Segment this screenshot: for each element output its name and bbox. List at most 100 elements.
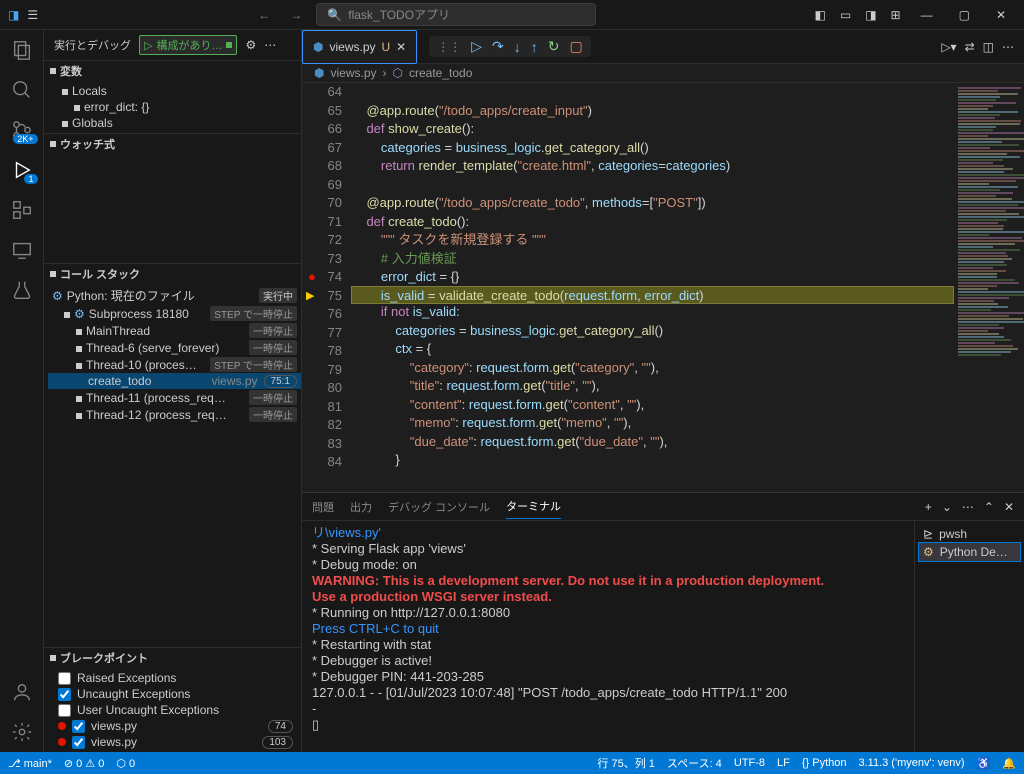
tab-debug-console[interactable]: デバッグ コンソール — [388, 495, 490, 519]
sidebar-title: 実行とデバッグ — [54, 37, 131, 53]
menu-icon[interactable]: ☰ — [27, 8, 38, 22]
terminal-close-icon[interactable]: ✕ — [1004, 500, 1014, 514]
breakpoints-header[interactable]: ブレークポイント — [44, 648, 301, 668]
terminal-python[interactable]: ⚙Python De… — [919, 543, 1020, 561]
callstack-item[interactable]: MainThread一時停止 — [48, 322, 301, 339]
terminal-more-icon[interactable]: ⋯ — [962, 500, 974, 514]
bp-uncaught-exceptions[interactable]: Uncaught Exceptions — [50, 686, 301, 702]
terminal-panel: 問題 出力 デバッグ コンソール ターミナル + ⌄ ⋯ ⌃ ✕ リ\views… — [302, 492, 1024, 752]
callstack-item[interactable]: ⚙Subprocess 18180STEP で一時停止 — [48, 305, 301, 322]
variables-header[interactable]: 変数 — [44, 61, 301, 81]
tab-output[interactable]: 出力 — [350, 495, 372, 519]
step-out-button[interactable]: ↑ — [531, 39, 538, 55]
search-text: flask_TODOアプリ — [348, 6, 450, 23]
search-activity-icon[interactable] — [10, 78, 34, 102]
activity-bar: 2K+ 1 — [0, 30, 44, 752]
bp-file-1[interactable]: views.py103 — [50, 734, 301, 750]
status-item[interactable]: 3.11.3 ('myenv': venv) — [858, 757, 964, 769]
callstack-item[interactable]: ⚙Python: 現在のファイル実行中 — [48, 286, 301, 305]
breakpoints-panel: ブレークポイント Raised Exceptions Uncaught Exce… — [44, 647, 301, 752]
titlebar: ◨ ☰ ← → 🔍 flask_TODOアプリ ◧ ▭ ◨ ⊞ — ▢ ✕ — [0, 0, 1024, 30]
layout-sidebar-left-icon[interactable]: ◧ — [811, 6, 830, 24]
nav-back-icon[interactable]: ← — [252, 8, 276, 22]
command-center[interactable]: 🔍 flask_TODOアプリ — [316, 3, 596, 26]
debug-more-icon[interactable]: ⋯ — [264, 38, 276, 52]
bp-user-uncaught-exceptions[interactable]: User Uncaught Exceptions — [50, 702, 301, 718]
callstack-item[interactable]: Thread-12 (process_req…一時停止 — [48, 406, 301, 423]
continue-button[interactable]: ▷ — [471, 38, 482, 55]
status-item[interactable]: 行 75、列 1 — [597, 755, 654, 771]
remote-icon[interactable] — [10, 238, 34, 262]
accounts-icon[interactable] — [10, 680, 34, 704]
editor-tab[interactable]: ⬢ views.py U ✕ — [302, 30, 417, 64]
more-actions-icon[interactable]: ⋯ — [1002, 40, 1014, 54]
variable-error-dict[interactable]: error_dict: {} — [58, 99, 301, 115]
statusbar: ⎇ main* ⊘ 0 ⚠ 0 ⬡ 0 行 75、列 1 スペース: 4 UTF-8 LF… — [0, 752, 1024, 774]
step-into-button[interactable]: ↓ — [514, 39, 521, 55]
minimize-button[interactable]: — — [911, 4, 943, 26]
tab-problems[interactable]: 問題 — [312, 495, 334, 519]
layout-custom-icon[interactable]: ⊞ — [887, 6, 905, 24]
callstack-item[interactable]: create_todoviews.py75:1 — [48, 373, 301, 389]
status-item[interactable]: 🔔 — [1002, 757, 1016, 770]
debug-settings-icon[interactable]: ⚙ — [245, 38, 256, 52]
callstack-item[interactable]: Thread-11 (process_req…一時停止 — [48, 389, 301, 406]
source-control-icon[interactable]: 2K+ — [10, 118, 34, 142]
terminal-output[interactable]: リ\views.py' * Serving Flask app 'views' … — [302, 521, 914, 752]
watch-header[interactable]: ウォッチ式 — [44, 134, 301, 154]
tab-close-icon[interactable]: ✕ — [396, 40, 406, 54]
variables-panel: 変数 Locals error_dict: {} Globals — [44, 60, 301, 133]
compare-icon[interactable]: ⇄ — [965, 40, 975, 54]
status-item[interactable]: ⊘ 0 ⚠ 0 — [64, 757, 104, 770]
callstack-header[interactable]: コール スタック — [44, 264, 301, 284]
terminal-list: ⊵pwsh ⚙Python De… — [914, 521, 1024, 752]
close-button[interactable]: ✕ — [986, 4, 1016, 26]
run-debug-icon[interactable]: 1 — [10, 158, 34, 182]
extensions-icon[interactable] — [10, 198, 34, 222]
layout-sidebar-right-icon[interactable]: ◨ — [861, 6, 880, 24]
bp-raised-exceptions[interactable]: Raised Exceptions — [50, 670, 301, 686]
terminal-dropdown-icon[interactable]: ⌄ — [942, 500, 952, 514]
terminal-pwsh[interactable]: ⊵pwsh — [919, 525, 1020, 543]
bp-file-0[interactable]: views.py74 — [50, 718, 301, 734]
shell-icon: ⊵ — [923, 527, 933, 541]
settings-icon[interactable] — [10, 720, 34, 744]
debug-config-dropdown[interactable]: ▷ 構成があり… — [139, 35, 237, 55]
maximize-button[interactable]: ▢ — [949, 4, 980, 26]
globals-node[interactable]: Globals — [58, 115, 301, 131]
search-icon: 🔍 — [327, 8, 342, 22]
explorer-icon[interactable] — [10, 38, 34, 62]
vscode-logo-icon: ◨ — [8, 8, 19, 22]
terminal-maximize-icon[interactable]: ⌃ — [984, 500, 994, 514]
run-file-icon[interactable]: ▷▾ — [941, 40, 956, 54]
status-item[interactable]: LF — [777, 757, 790, 769]
restart-button[interactable]: ↻ — [548, 38, 560, 55]
stop-button[interactable]: ▢ — [569, 38, 582, 55]
minimap[interactable] — [954, 83, 1024, 492]
drag-handle-icon[interactable]: ⋮⋮ — [437, 40, 461, 54]
status-item[interactable]: ⬡ 0 — [116, 757, 135, 770]
status-item[interactable]: ⎇ main* — [8, 757, 52, 770]
new-terminal-icon[interactable]: + — [925, 500, 932, 514]
debug-toolbar: ⋮⋮ ▷ ↷ ↓ ↑ ↻ ▢ — [429, 36, 590, 57]
status-item[interactable]: スペース: 4 — [667, 755, 722, 771]
locals-node[interactable]: Locals — [58, 83, 301, 99]
layout-panel-icon[interactable]: ▭ — [836, 6, 855, 24]
callstack-panel: コール スタック ⚙Python: 現在のファイル実行中⚙Subprocess … — [44, 263, 301, 647]
sidebar: 実行とデバッグ ▷ 構成があり… ⚙ ⋯ 変数 Locals error_dic… — [44, 30, 302, 752]
watch-panel: ウォッチ式 — [44, 133, 301, 263]
python-file-icon: ⬢ — [313, 40, 323, 54]
nav-forward-icon[interactable]: → — [284, 8, 308, 22]
tab-terminal[interactable]: ターミナル — [506, 494, 561, 519]
status-item[interactable]: UTF-8 — [734, 757, 765, 769]
code-editor[interactable]: 6465666768697071727374757677787980818283… — [302, 83, 1024, 492]
callstack-item[interactable]: Thread-6 (serve_forever)一時停止 — [48, 339, 301, 356]
status-item[interactable]: {} Python — [802, 757, 847, 769]
breadcrumb[interactable]: ⬢views.py › ⬡create_todo — [302, 64, 1024, 83]
status-item[interactable]: ♿ — [977, 757, 991, 770]
step-over-button[interactable]: ↷ — [492, 38, 504, 55]
split-editor-icon[interactable]: ◫ — [983, 40, 994, 54]
testing-icon[interactable] — [10, 278, 34, 302]
callstack-item[interactable]: Thread-10 (proces…STEP で一時停止 — [48, 356, 301, 373]
debug-terminal-icon: ⚙ — [923, 545, 934, 559]
